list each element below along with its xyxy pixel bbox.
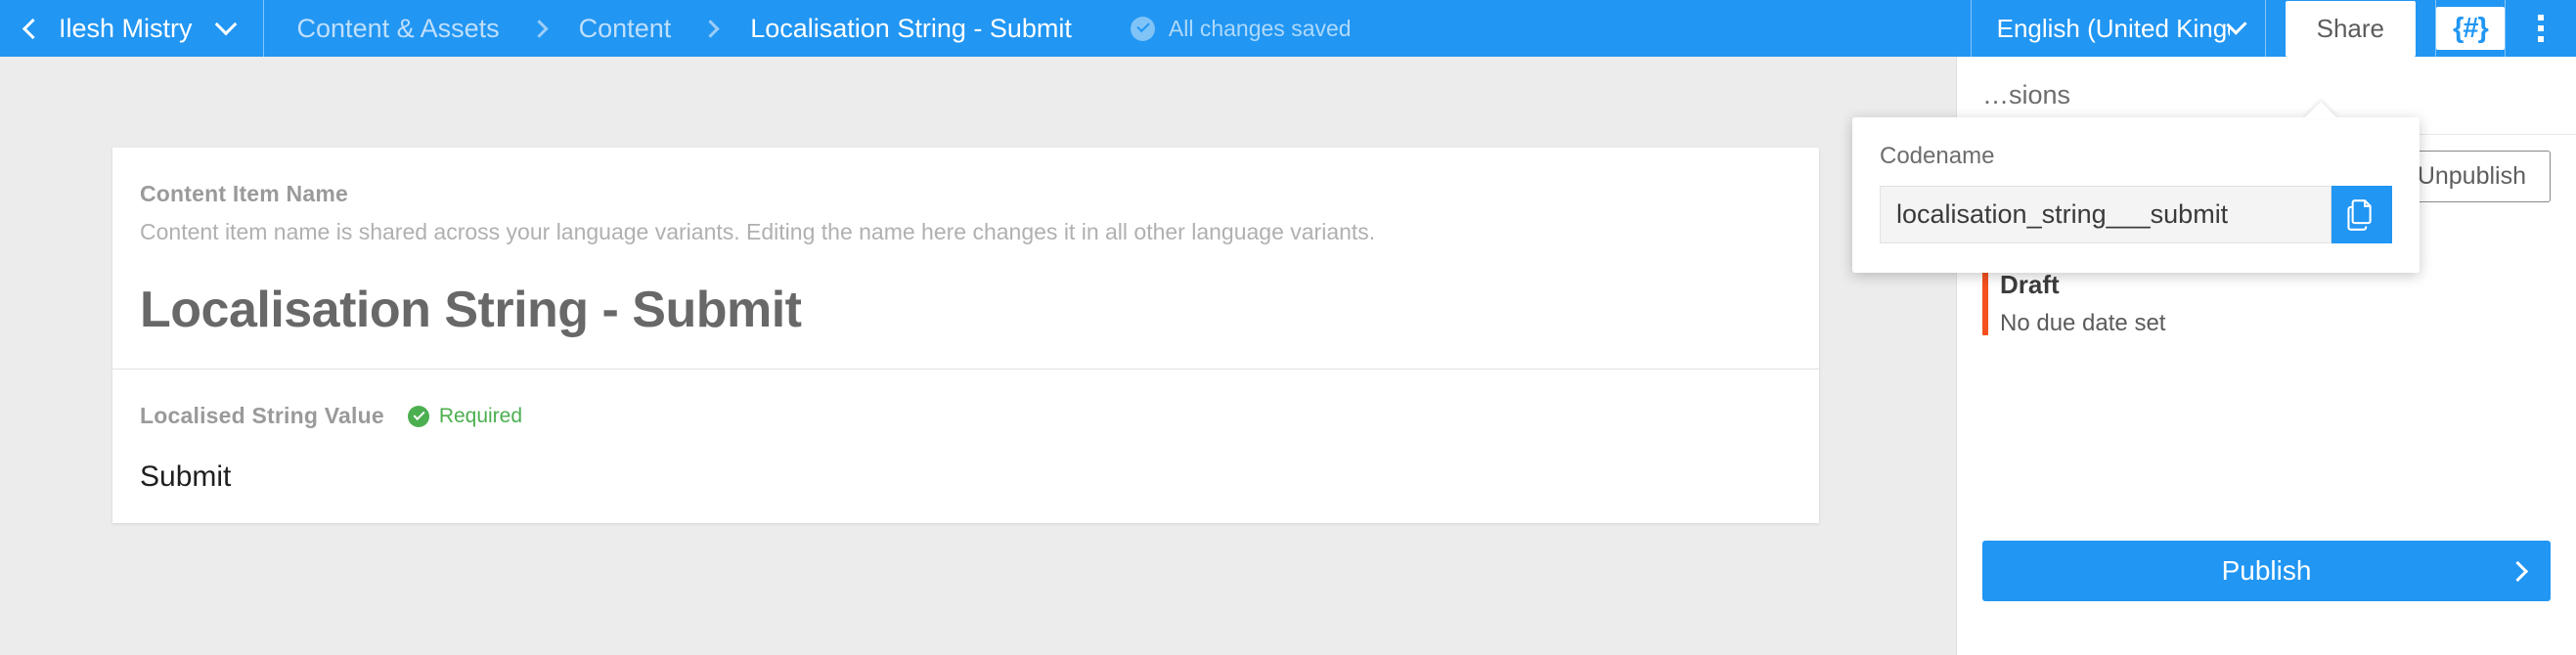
codename-label: Codename [1880, 143, 2392, 170]
language-selector[interactable]: English (United Kingdo… [1972, 0, 2265, 57]
chevron-right-icon [530, 20, 548, 37]
content-item-name-label: Content Item Name [140, 181, 1792, 207]
project-name: Ilesh Mistry [59, 14, 193, 44]
project-selector[interactable]: Ilesh Mistry [59, 0, 263, 57]
codename-popover: Codename [1852, 117, 2420, 273]
required-label: Required [439, 405, 522, 428]
localised-string-input[interactable]: Submit [140, 460, 1792, 494]
share-button-wrap: Share [2266, 0, 2435, 57]
chevron-left-icon [22, 18, 42, 38]
localised-string-section: Localised String Value Required Submit [112, 369, 1819, 523]
kebab-menu-icon [2538, 36, 2544, 42]
sidebar-heading: …sions [1982, 80, 2070, 110]
chevron-right-icon [702, 20, 720, 37]
check-circle-icon [1131, 17, 1155, 41]
content-item-name-section: Content Item Name Content item name is s… [112, 148, 1819, 369]
current-revision-state: Draft [2000, 270, 2551, 300]
current-revision-due: No due date set [2000, 310, 2551, 337]
kebab-menu-icon [2538, 15, 2544, 21]
save-status-label: All changes saved [1169, 16, 1352, 42]
share-button[interactable]: Share [2286, 1, 2416, 57]
breadcrumb-item-content[interactable]: Content [575, 14, 676, 44]
breadcrumb: Content & Assets Content Localisation St… [264, 0, 1076, 57]
codename-icon: {#} [2453, 13, 2488, 45]
save-status: All changes saved [1131, 0, 1352, 57]
codename-row [1880, 186, 2392, 243]
content-item-name-input[interactable]: Localisation String - Submit [140, 281, 1792, 339]
check-circle-icon [408, 406, 429, 427]
publish-button[interactable]: Publish [1982, 541, 2551, 601]
spacer [1352, 0, 1971, 57]
copy-codename-button[interactable] [2332, 186, 2392, 243]
copy-icon [2347, 199, 2376, 231]
more-actions-button[interactable] [2506, 0, 2576, 57]
kebab-menu-icon [2538, 25, 2544, 31]
chevron-down-icon [214, 14, 237, 36]
language-label: English (United Kingdo… [1997, 14, 2230, 44]
localised-string-label-row: Localised String Value Required [140, 403, 1792, 429]
editor-canvas: Content Item Name Content item name is s… [0, 57, 1956, 655]
codename-input[interactable] [1880, 186, 2332, 243]
breadcrumb-item-current: Localisation String - Submit [746, 14, 1076, 44]
publish-button-label: Publish [2222, 555, 2312, 587]
content-item-name-hint: Content item name is shared across your … [140, 219, 1792, 245]
chevron-right-icon [2508, 560, 2528, 581]
popover-arrow [2304, 102, 2337, 118]
top-app-bar: Ilesh Mistry Content & Assets Content Lo… [0, 0, 2576, 57]
breadcrumb-item-content-assets[interactable]: Content & Assets [293, 14, 504, 44]
localised-string-label: Localised String Value [140, 403, 384, 429]
content-item-card: Content Item Name Content item name is s… [112, 148, 1819, 523]
required-badge: Required [408, 405, 522, 428]
back-button[interactable] [0, 0, 59, 57]
codename-toggle-button[interactable]: {#} [2436, 7, 2505, 50]
